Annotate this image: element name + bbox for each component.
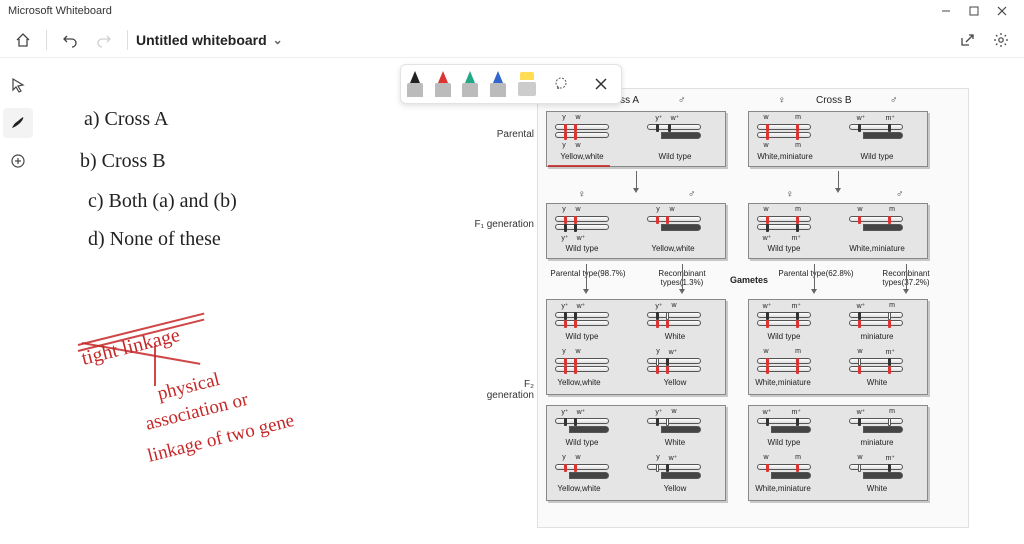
undo-button[interactable] [55,25,85,55]
box-f1-a: yw y⁺w⁺ Wild type yw Yellow,white [546,203,726,259]
close-pen-toolbar[interactable] [587,70,615,98]
handwriting-option-a: a) Cross A [84,108,168,131]
board-title[interactable]: Untitled whiteboard ⌄ [136,32,283,48]
top-toolbar: Untitled whiteboard ⌄ [0,22,1024,58]
minimize-button[interactable] [932,0,960,22]
box-parental-a: yw yw Yellow,white y⁺w⁺ Wild type [546,111,726,167]
separator [46,30,47,50]
pen-black[interactable] [407,71,423,97]
pen-red[interactable] [435,71,451,97]
redo-button[interactable] [89,25,119,55]
pen-blue[interactable] [490,71,506,97]
add-tool[interactable] [3,146,33,176]
lasso-tool[interactable] [547,70,575,98]
red-arrow-down [154,346,156,386]
maximize-button[interactable] [960,0,988,22]
handwriting-option-c: c) Both (a) and (b) [88,190,237,213]
box-parental-b: wm wm White,miniature w⁺m⁺ Wild type [748,111,928,167]
home-button[interactable] [8,25,38,55]
title-bar: Microsoft Whiteboard [0,0,1024,22]
chevron-down-icon: ⌄ [273,33,283,47]
pen-toolbar[interactable] [400,64,622,104]
box-f2-a-top: y⁺w⁺ Wild type y⁺w White yw Yellow,white… [546,299,726,395]
genetics-figure: ♀ Cross A ♂ ♀ Cross B ♂ Parental yw yw Y… [537,88,969,528]
box-f2-b-top: w⁺m⁺ Wild type w⁺m miniature wm White,mi… [748,299,928,395]
box-f2-b-bottom: w⁺m⁺ Wild type w⁺m miniature wm White,mi… [748,405,928,501]
ink-tool[interactable] [3,108,33,138]
share-button[interactable] [952,25,982,55]
highlighter-yellow[interactable] [518,72,536,96]
close-button[interactable] [988,0,1016,22]
left-sidebar [0,64,36,176]
separator [127,30,128,50]
handwriting-option-d: d) None of these [88,228,221,251]
box-f2-a-bottom: y⁺w⁺ Wild type y⁺w White yw Yellow,white… [546,405,726,501]
settings-button[interactable] [986,25,1016,55]
box-f1-b: wm w⁺m⁺ Wild type wm White,miniature [748,203,928,259]
pen-green[interactable] [462,71,478,97]
select-tool[interactable] [3,70,33,100]
app-title: Microsoft Whiteboard [8,5,112,17]
handwriting-option-b: b) Cross B [80,150,166,173]
